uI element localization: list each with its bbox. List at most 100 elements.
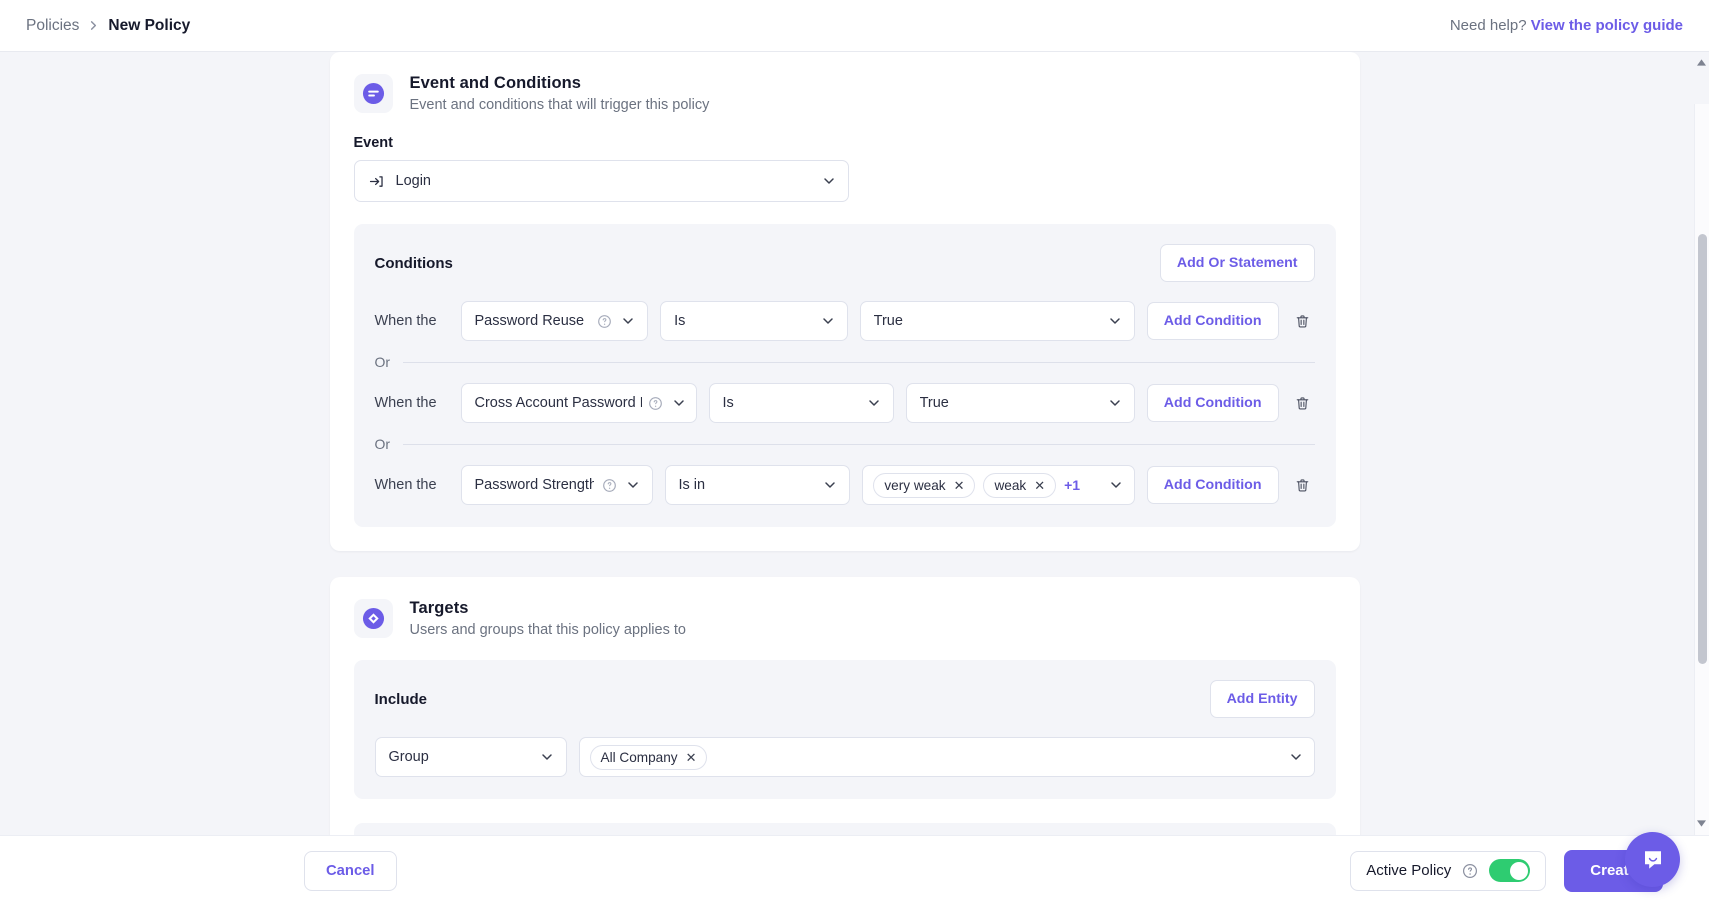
scrollbar-thumb[interactable] bbox=[1698, 234, 1707, 664]
footer-actions: Active Policy Create bbox=[1350, 849, 1663, 892]
condition-operator-select[interactable]: Is bbox=[708, 383, 894, 423]
add-condition-button[interactable]: Add Condition bbox=[1146, 384, 1279, 422]
include-entity-type-select[interactable]: Group bbox=[374, 737, 567, 777]
condition-operator-select[interactable]: Is in bbox=[664, 465, 851, 505]
login-icon bbox=[368, 173, 385, 190]
chevron-right-icon bbox=[88, 20, 99, 31]
policy-guide-link[interactable]: View the policy guide bbox=[1531, 17, 1683, 34]
chevron-down-icon bbox=[625, 477, 641, 493]
chat-bubble-icon[interactable] bbox=[1625, 832, 1680, 887]
when-the-label: When the bbox=[374, 313, 437, 329]
breadcrumb-policies[interactable]: Policies bbox=[26, 17, 79, 35]
condition-row: When the Password Strength Is in very we… bbox=[375, 465, 1315, 505]
include-title: Include bbox=[374, 690, 428, 708]
or-label: Or bbox=[374, 436, 391, 452]
value-overflow-count[interactable]: +1 bbox=[1064, 477, 1080, 493]
value-chip[interactable]: very weak ✕ bbox=[873, 472, 976, 498]
add-condition-button[interactable]: Add Condition bbox=[1146, 466, 1279, 504]
or-line bbox=[403, 361, 1315, 363]
exclude-panel: Exclude Add Entity bbox=[353, 823, 1336, 835]
or-divider: Or bbox=[375, 436, 1315, 452]
condition-operator-value: Is bbox=[674, 313, 686, 329]
include-panel-header: Include Add Entity bbox=[375, 680, 1315, 718]
chevron-down-icon bbox=[671, 395, 687, 411]
value-chip[interactable]: weak ✕ bbox=[983, 472, 1057, 498]
main-scroll-area: Event and Conditions Event and condition… bbox=[0, 52, 1709, 835]
question-mark-icon[interactable] bbox=[602, 478, 617, 493]
scroll-down-arrow[interactable] bbox=[1695, 817, 1707, 829]
form-content: Event and Conditions Event and condition… bbox=[0, 52, 1709, 835]
condition-value-select[interactable]: True bbox=[905, 383, 1135, 423]
include-add-entity-button[interactable]: Add Entity bbox=[1209, 680, 1315, 718]
condition-value-select[interactable]: True bbox=[859, 301, 1135, 341]
condition-attribute-value: Cross Account Password Reuse bbox=[474, 395, 642, 411]
cancel-button[interactable]: Cancel bbox=[304, 850, 397, 891]
chevron-down-icon bbox=[820, 313, 836, 329]
chevron-down-icon bbox=[1107, 395, 1123, 411]
question-mark-icon[interactable] bbox=[597, 314, 612, 329]
event-select-value: Login bbox=[395, 173, 431, 189]
add-or-statement-button[interactable]: Add Or Statement bbox=[1159, 244, 1315, 282]
event-select[interactable]: Login bbox=[353, 160, 849, 202]
condition-operator-value: Is bbox=[722, 395, 734, 411]
question-mark-icon[interactable] bbox=[648, 396, 663, 411]
condition-row: When the Password Reuse Is True Add Cond… bbox=[375, 301, 1315, 341]
targets-icon bbox=[353, 599, 393, 638]
include-panel: Include Add Entity Group All Company ✕ bbox=[353, 660, 1336, 799]
condition-attribute-select[interactable]: Password Reuse bbox=[460, 301, 649, 341]
scroll-up-arrow[interactable] bbox=[1695, 56, 1707, 68]
entity-chip[interactable]: All Company ✕ bbox=[589, 744, 708, 770]
event-and-conditions-text: Event and Conditions Event and condition… bbox=[410, 74, 710, 113]
include-row: Group All Company ✕ bbox=[374, 737, 1315, 777]
trash-icon[interactable] bbox=[1291, 391, 1315, 415]
condition-operator-select[interactable]: Is bbox=[660, 301, 848, 341]
close-icon[interactable]: ✕ bbox=[686, 751, 697, 764]
targets-header: Targets Users and groups that this polic… bbox=[353, 599, 1336, 638]
event-and-conditions-header: Event and Conditions Event and condition… bbox=[353, 74, 1336, 113]
trash-icon[interactable] bbox=[1291, 309, 1315, 333]
condition-attribute-select[interactable]: Cross Account Password Reuse bbox=[460, 383, 697, 423]
value-chip-label: very weak bbox=[884, 477, 946, 493]
conditions-panel-header: Conditions Add Or Statement bbox=[375, 244, 1315, 282]
or-line bbox=[403, 443, 1315, 445]
condition-value-tokenfield[interactable]: very weak ✕ weak ✕ +1 bbox=[862, 465, 1135, 505]
when-the-label: When the bbox=[374, 395, 437, 411]
condition-operator-value: Is in bbox=[678, 477, 706, 493]
or-divider: Or bbox=[375, 354, 1315, 370]
active-policy-toggle[interactable] bbox=[1489, 859, 1531, 882]
section-subtitle: Event and conditions that will trigger t… bbox=[409, 97, 710, 113]
active-policy-control: Active Policy bbox=[1350, 850, 1547, 891]
close-icon[interactable]: ✕ bbox=[954, 479, 965, 492]
condition-attribute-value: Password Reuse bbox=[474, 313, 585, 329]
chevron-down-icon bbox=[1108, 477, 1124, 493]
condition-value: True bbox=[919, 395, 949, 411]
targets-text: Targets Users and groups that this polic… bbox=[410, 599, 686, 638]
help-prefix: Need help? bbox=[1449, 17, 1527, 34]
condition-attribute-select[interactable]: Password Strength bbox=[460, 465, 653, 505]
include-entity-type-value: Group bbox=[388, 749, 429, 765]
include-entities-tokenfield[interactable]: All Company ✕ bbox=[578, 737, 1315, 777]
section-title: Event and Conditions bbox=[409, 74, 582, 92]
targets-card: Targets Users and groups that this polic… bbox=[329, 577, 1360, 835]
footer-bar: Cancel Active Policy Create bbox=[0, 835, 1709, 905]
top-bar: Policies New Policy Need help? View the … bbox=[0, 0, 1709, 52]
breadcrumb-new-policy: New Policy bbox=[108, 16, 191, 34]
section-title: Targets bbox=[409, 599, 469, 617]
question-mark-icon[interactable] bbox=[1462, 863, 1478, 879]
add-condition-button[interactable]: Add Condition bbox=[1146, 302, 1279, 340]
conditions-title: Conditions bbox=[374, 254, 453, 272]
chevron-down-icon bbox=[1107, 313, 1123, 329]
active-policy-label: Active Policy bbox=[1366, 862, 1452, 879]
event-label: Event bbox=[353, 135, 394, 151]
conditions-icon bbox=[353, 74, 393, 113]
vertical-scrollbar[interactable] bbox=[1694, 104, 1709, 835]
close-icon[interactable]: ✕ bbox=[1034, 479, 1045, 492]
value-chip-label: weak bbox=[994, 477, 1027, 493]
conditions-panel: Conditions Add Or Statement When the Pas… bbox=[353, 224, 1336, 527]
trash-icon[interactable] bbox=[1291, 473, 1315, 497]
when-the-label: When the bbox=[374, 477, 437, 493]
toggle-knob bbox=[1509, 861, 1528, 880]
breadcrumb: Policies New Policy bbox=[26, 17, 190, 35]
form-column: Event and Conditions Event and condition… bbox=[329, 52, 1360, 835]
condition-row: When the Cross Account Password Reuse bbox=[375, 383, 1315, 423]
